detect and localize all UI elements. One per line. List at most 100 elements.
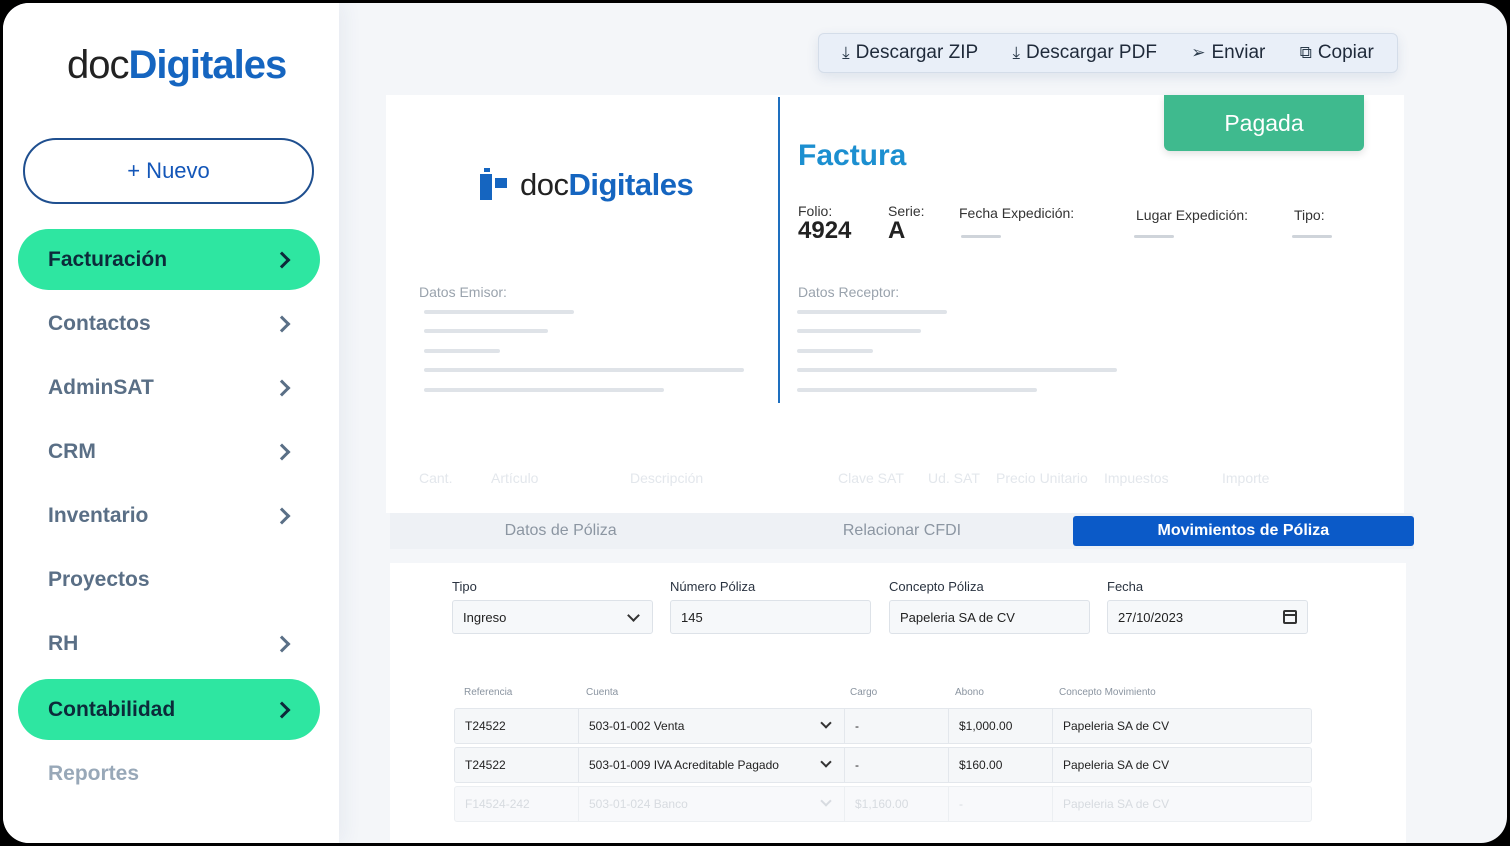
placeholder-line — [797, 329, 921, 333]
chevron-down-icon — [627, 608, 640, 622]
chevron-right-icon — [273, 379, 291, 396]
send-icon: ➢ — [1191, 43, 1206, 62]
numero-poliza-label: Número Póliza — [670, 579, 756, 594]
invoice-title: Factura — [798, 139, 907, 172]
tipo-select[interactable]: Ingreso — [452, 600, 653, 634]
chevron-right-icon — [273, 507, 291, 524]
cell-referencia: T24522 — [465, 758, 506, 772]
download-icon: ⤓ — [1012, 43, 1020, 62]
concepto-poliza-input[interactable]: Papeleria SA de CV — [889, 600, 1090, 634]
fecha-expedicion-label: Fecha Expedición: — [959, 205, 1075, 221]
concepto-poliza-label: Concepto Póliza — [889, 579, 984, 594]
cell-concepto[interactable]: Papeleria SA de CV — [1052, 709, 1311, 743]
table-row[interactable]: T24522 503-01-002 Venta - $1,000.00 Pape… — [454, 708, 1312, 744]
chevron-down-icon — [820, 756, 832, 768]
chevron-right-icon — [273, 315, 291, 332]
copy-icon: ⧉ — [1299, 43, 1312, 62]
document-icon — [478, 168, 512, 202]
placeholder-line — [424, 388, 664, 392]
placeholder-line — [797, 349, 873, 353]
table-row[interactable]: T24522 503-01-009 IVA Acreditable Pagado… — [454, 747, 1312, 783]
placeholder-line — [424, 329, 548, 333]
placeholder-line — [797, 310, 947, 314]
sidebar-item-label: Reportes — [48, 761, 140, 785]
sidebar-item-rh[interactable]: RH — [18, 613, 320, 674]
folio-value: 4924 — [798, 217, 852, 244]
cuenta-select[interactable]: 503-01-024 Banco — [578, 787, 844, 821]
invoice-table-header: Artículo — [491, 470, 539, 486]
cuenta-select[interactable]: 503-01-009 IVA Acreditable Pagado — [578, 748, 844, 782]
poliza-tabs: Datos de Póliza Relacionar CFDI Movimien… — [390, 513, 1414, 549]
cuenta-select[interactable]: 503-01-002 Venta — [578, 709, 844, 743]
cell-cargo[interactable]: - — [844, 709, 948, 743]
serie-value: A — [888, 217, 906, 244]
tipo-label: Tipo — [452, 579, 477, 594]
column-header-concepto: Concepto Movimiento — [1059, 687, 1156, 698]
invoice-table-header: Cant. — [419, 470, 453, 486]
invoice-table-header: Descripción — [630, 470, 704, 486]
placeholder-line — [424, 368, 744, 372]
send-button[interactable]: ➢ Enviar — [1191, 42, 1265, 64]
sidebar-item-label: AdminSAT — [48, 375, 154, 399]
sidebar-item-label: Contactos — [48, 311, 151, 335]
cell-cargo[interactable]: - — [844, 748, 948, 782]
sidebar-item-reportes[interactable]: Reportes — [18, 743, 320, 804]
invoice-table-header: Precio Unitario — [996, 470, 1088, 486]
cell-concepto[interactable]: Papeleria SA de CV — [1052, 748, 1311, 782]
sidebar-item-label: RH — [48, 631, 79, 655]
placeholder-line — [797, 368, 1117, 372]
invoice-table-header: Impuestos — [1104, 470, 1169, 486]
copy-button[interactable]: ⧉ Copiar — [1300, 42, 1374, 64]
download-pdf-button[interactable]: ⤓ Descargar PDF — [1012, 42, 1156, 64]
sidebar-item-label: Contabilidad — [48, 697, 176, 721]
fecha-input[interactable]: 27/10/2023 — [1107, 600, 1308, 634]
sidebar-item-adminsat[interactable]: AdminSAT — [18, 357, 320, 418]
placeholder-dash — [1134, 235, 1174, 238]
document-toolbar: ⤓ Descargar ZIP ⤓ Descargar PDF ➢ Enviar… — [818, 33, 1398, 73]
sidebar: docDigitales + Nuevo Facturación Contact… — [3, 3, 339, 843]
sidebar-item-inventario[interactable]: Inventario — [18, 485, 320, 546]
download-zip-button[interactable]: ⤓ Descargar ZIP — [842, 42, 978, 64]
tab-datos-poliza[interactable]: Datos de Póliza — [390, 522, 731, 540]
cell-abono[interactable]: - — [948, 787, 1052, 821]
sidebar-item-label: Inventario — [48, 503, 149, 527]
chevron-right-icon — [273, 635, 291, 652]
chevron-down-icon — [820, 717, 832, 729]
invoice-preview: docDigitales Pagada Factura Folio: 4924 … — [386, 95, 1404, 513]
new-button[interactable]: + Nuevo — [23, 138, 314, 204]
table-row[interactable]: F14524-242 503-01-024 Banco $1,160.00 - … — [454, 786, 1312, 822]
column-header-cuenta: Cuenta — [586, 687, 619, 698]
tab-movimientos-poliza[interactable]: Movimientos de Póliza — [1072, 516, 1414, 546]
cell-cargo[interactable]: $1,160.00 — [844, 787, 948, 821]
numero-poliza-input[interactable]: 145 — [670, 600, 871, 634]
datos-receptor-label: Datos Receptor: — [798, 284, 900, 300]
placeholder-dash — [961, 235, 1001, 238]
fecha-label: Fecha — [1107, 579, 1144, 594]
sidebar-item-crm[interactable]: CRM — [18, 421, 320, 482]
cell-abono[interactable]: $1,000.00 — [948, 709, 1052, 743]
column-header-referencia: Referencia — [464, 687, 513, 698]
status-badge: Pagada — [1164, 95, 1364, 151]
sidebar-item-proyectos[interactable]: Proyectos — [18, 549, 320, 610]
placeholder-line — [424, 310, 574, 314]
chevron-down-icon — [820, 795, 832, 807]
invoice-table-header: Importe — [1222, 470, 1270, 486]
chevron-right-icon — [273, 251, 291, 268]
sidebar-item-contactos[interactable]: Contactos — [18, 293, 320, 354]
sidebar-item-label: Facturación — [48, 247, 168, 271]
chevron-right-icon — [273, 443, 291, 460]
cell-concepto[interactable]: Papeleria SA de CV — [1052, 787, 1311, 821]
cell-abono[interactable]: $160.00 — [948, 748, 1052, 782]
sidebar-item-facturacion[interactable]: Facturación — [18, 229, 320, 290]
sidebar-item-contabilidad[interactable]: Contabilidad — [18, 679, 320, 740]
column-header-abono: Abono — [955, 687, 984, 698]
brand-logo[interactable]: docDigitales — [67, 43, 287, 88]
tipo-label: Tipo: — [1294, 207, 1325, 223]
invoice-table-header: Clave SAT — [838, 470, 904, 486]
datos-emisor-label: Datos Emisor: — [419, 284, 507, 300]
invoice-table-header: Ud. SAT — [928, 470, 980, 486]
vertical-divider — [778, 97, 780, 403]
calendar-icon[interactable] — [1283, 610, 1297, 624]
tab-relacionar-cfdi[interactable]: Relacionar CFDI — [731, 522, 1072, 540]
sidebar-item-label: Proyectos — [48, 567, 150, 591]
